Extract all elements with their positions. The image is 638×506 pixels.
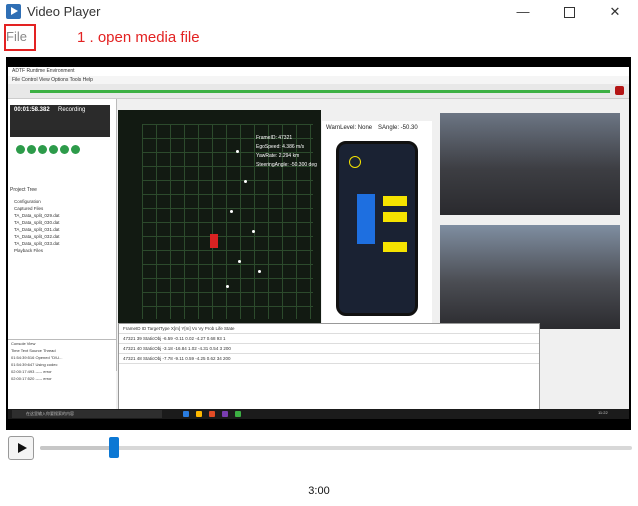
camera-view-1 bbox=[440, 225, 620, 329]
radar-target bbox=[226, 285, 229, 288]
lane-bar bbox=[383, 212, 407, 222]
warn-level: WarnLevel: None bbox=[326, 125, 373, 131]
radar-target bbox=[230, 210, 233, 213]
tree-item: TA_Data_split_031.dat bbox=[14, 227, 60, 232]
control-icon bbox=[49, 145, 58, 154]
recording-label: Recording bbox=[58, 107, 86, 113]
console-row: 02:00:17:493 ----- error bbox=[11, 369, 52, 374]
taskbar-search: 在这里输入你要搜索的内容 bbox=[12, 410, 162, 418]
radar-target bbox=[236, 150, 239, 153]
radar-target bbox=[258, 270, 261, 273]
lane-bar bbox=[383, 242, 407, 252]
s-angle: SAngle: -50.30 bbox=[378, 125, 418, 131]
maximize-icon bbox=[563, 7, 575, 19]
seek-thumb[interactable] bbox=[109, 437, 119, 458]
recording-time: 00:01:58.382 bbox=[14, 107, 50, 113]
table-row: 47321 48 StaticObj -7.78 -9.11 0.59 -4.2… bbox=[119, 354, 539, 364]
warning-icon bbox=[349, 156, 361, 168]
minimize-button[interactable]: — bbox=[500, 0, 546, 24]
console-title: Console View bbox=[11, 341, 36, 346]
radar-target bbox=[244, 180, 247, 183]
console-row: Time Text Source Thread bbox=[11, 348, 56, 353]
table-row: 47321 39 StaticObj -6.59 -0.11 0.02 -4.2… bbox=[119, 334, 539, 344]
taskbar-app-icon bbox=[183, 411, 189, 417]
annotation-label: 1 . open media file bbox=[77, 29, 200, 46]
recording-box: 00:01:58.382 Recording bbox=[10, 105, 110, 137]
radar-target bbox=[238, 260, 241, 263]
console-row: 01:54:39:647 Using codec bbox=[11, 362, 58, 367]
adtf-toolbar bbox=[8, 84, 629, 99]
taskbar-app-icon bbox=[235, 411, 241, 417]
console-view: Console View Time Text Source Thread 01:… bbox=[8, 339, 116, 410]
table-row: FrameID ID TargetType X[m] Y[m] Vx Vy Pr… bbox=[119, 324, 539, 334]
maximize-button[interactable] bbox=[546, 0, 592, 24]
app-play-icon bbox=[6, 4, 21, 19]
vehicle-icon bbox=[357, 194, 375, 244]
tree-item: TA_Data_split_032.dat bbox=[14, 234, 60, 239]
control-icon bbox=[16, 145, 25, 154]
tree-item: Configuration bbox=[14, 199, 41, 204]
radar-target bbox=[252, 230, 255, 233]
control-icon bbox=[71, 145, 80, 154]
window-title: Video Player bbox=[27, 4, 101, 19]
radar-display: FrameID: 47321 EgoSpeed: 4.386 m/s YawRa… bbox=[118, 110, 321, 323]
title-bar: Video Player — ✕ bbox=[0, 0, 638, 24]
play-button[interactable] bbox=[8, 436, 34, 460]
adtf-title: ADTF Runtime Environment bbox=[8, 67, 629, 76]
tree-item: TA_Data_split_030.dat bbox=[14, 220, 60, 225]
control-icon bbox=[60, 145, 69, 154]
video-content: ADTF Runtime Environment File Control Vi… bbox=[8, 67, 629, 419]
console-row: 02:00:17:520 ----- error bbox=[11, 376, 52, 381]
adtf-control-panel: 00:01:58.382 Recording Project Tree Conf… bbox=[8, 99, 117, 371]
video-frame[interactable]: ADTF Runtime Environment File Control Vi… bbox=[6, 57, 631, 430]
adtf-progress bbox=[30, 90, 610, 93]
project-tree-title: Project Tree bbox=[10, 187, 37, 193]
console-row: 01:54:39:516 Opened "D\U... bbox=[11, 355, 63, 360]
taskbar-app-icon bbox=[222, 411, 228, 417]
lane-bar bbox=[383, 196, 407, 206]
close-button[interactable]: ✕ bbox=[592, 0, 638, 24]
time-display: 3:00 bbox=[308, 485, 330, 497]
data-table: FrameID ID TargetType X[m] Y[m] Vx Vy Pr… bbox=[118, 323, 540, 411]
annotation-highlight-box bbox=[4, 24, 36, 51]
seek-bar[interactable] bbox=[40, 446, 632, 450]
tree-item: Playback Files bbox=[14, 248, 44, 253]
tree-item: TA_Data_split_029.dat bbox=[14, 213, 60, 218]
table-row: 47321 40 StaticObj -3.18 -16.84 1.02 -4.… bbox=[119, 344, 539, 354]
video-taskbar: 在这里输入你要搜索的内容 11:22 bbox=[8, 409, 629, 419]
taskbar-app-icon bbox=[209, 411, 215, 417]
taskbar-clock: 11:22 bbox=[598, 410, 608, 415]
camera-view-2 bbox=[440, 113, 620, 215]
control-icon bbox=[38, 145, 47, 154]
ego-vehicle-icon bbox=[210, 234, 218, 248]
tree-item: Captured Files bbox=[14, 206, 44, 211]
taskbar-app-icon bbox=[196, 411, 202, 417]
tree-item: TA_Data_split_033.dat bbox=[14, 241, 60, 246]
lane-view bbox=[336, 141, 418, 316]
adtf-menu: File Control View Options Tools Help bbox=[8, 76, 629, 84]
record-indicator-icon bbox=[615, 86, 624, 95]
seek-progress bbox=[40, 446, 117, 450]
warning-panel: WarnLevel: None SAngle: -50.30 bbox=[322, 121, 432, 323]
control-buttons bbox=[16, 141, 82, 159]
control-icon bbox=[27, 145, 36, 154]
radar-info: FrameID: 47321 EgoSpeed: 4.386 m/s YawRa… bbox=[256, 135, 317, 168]
project-tree: Configuration Captured Files TA_Data_spl… bbox=[14, 199, 110, 255]
